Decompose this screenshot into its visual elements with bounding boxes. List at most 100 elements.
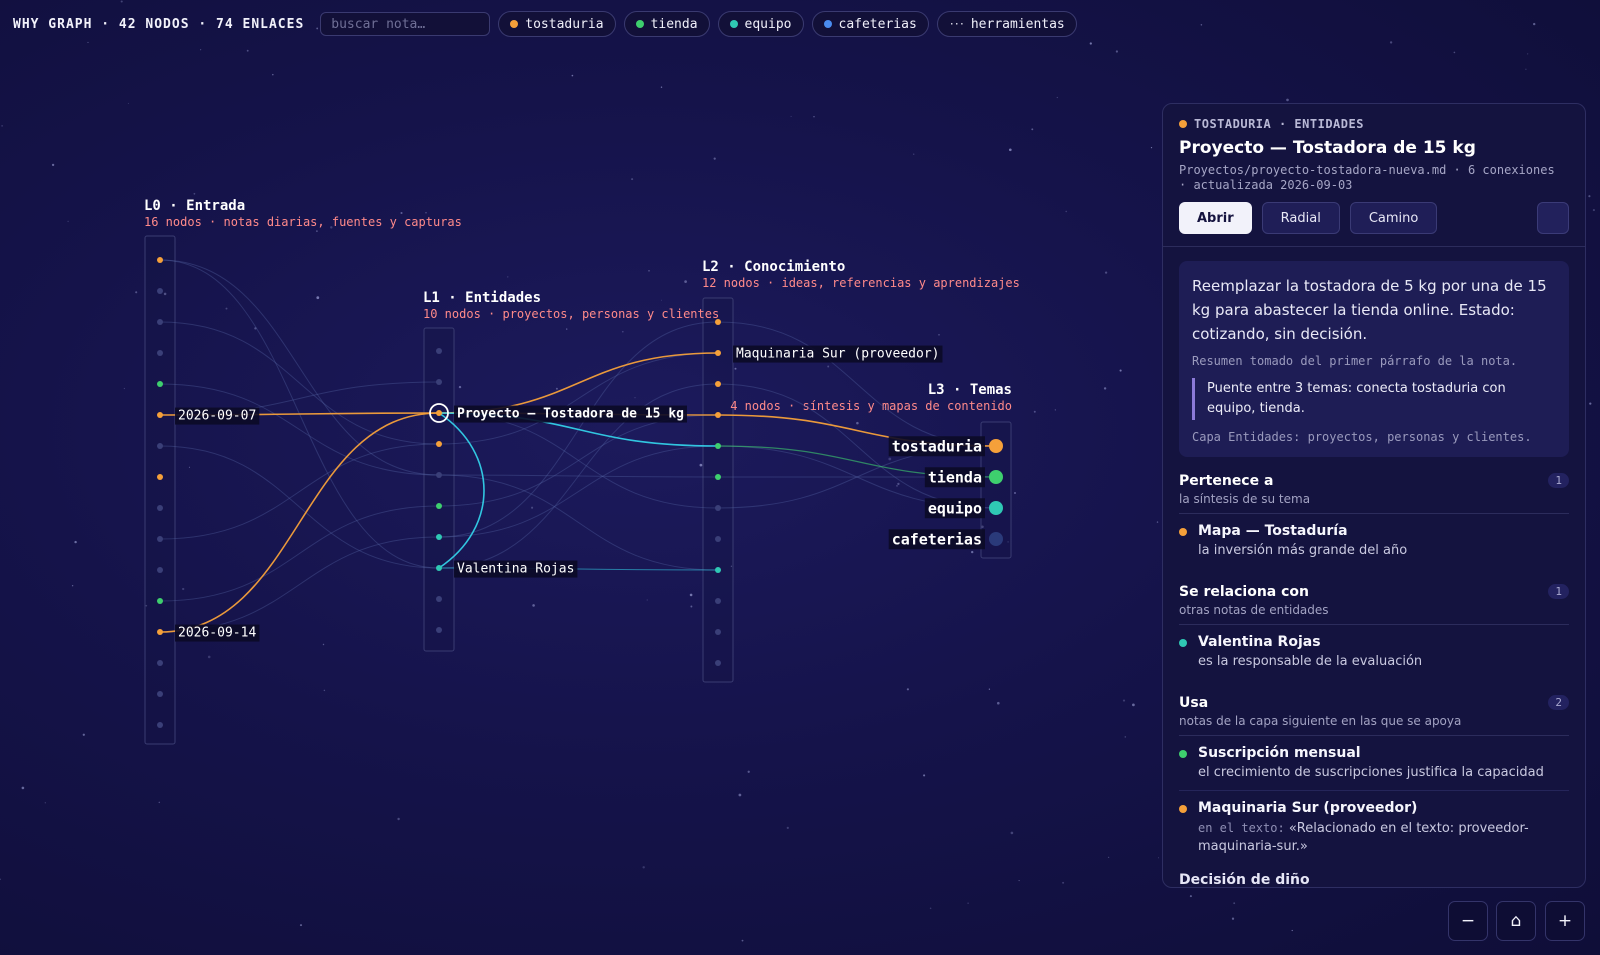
item-title: Maquinaria Sur (proveedor) xyxy=(1198,800,1418,816)
date-label[interactable]: 2026-09-07 xyxy=(175,407,260,425)
list-item[interactable]: Valentina Rojas es la responsable de la … xyxy=(1179,625,1569,679)
tienda-dot-icon xyxy=(1179,750,1187,758)
section-title: Usa xyxy=(1179,695,1209,711)
layer-subtitle-0: 16 nodos · notas diarias, fuentes y capt… xyxy=(144,215,462,229)
graph-node[interactable] xyxy=(157,443,163,449)
graph-node[interactable] xyxy=(715,350,721,356)
search-input[interactable] xyxy=(320,12,491,36)
graph-node[interactable] xyxy=(157,598,163,604)
graph-node[interactable] xyxy=(436,379,442,385)
filter-chip-cafeterias[interactable]: cafeterias xyxy=(811,11,929,37)
graph-node[interactable] xyxy=(436,348,442,354)
graph-node[interactable] xyxy=(715,567,721,573)
item-desc: la inversión más grande del año xyxy=(1198,543,1408,558)
count-badge: 1 xyxy=(1548,584,1569,599)
graph-node[interactable] xyxy=(157,474,163,480)
topic-label[interactable]: tienda xyxy=(924,467,985,488)
filter-chip-herramientas[interactable]: ··· herramientas xyxy=(936,11,1077,37)
topic-node[interactable] xyxy=(989,532,1003,546)
path-button[interactable]: Camino xyxy=(1349,202,1438,234)
graph-node[interactable] xyxy=(436,627,442,633)
filter-chip-tostaduria[interactable]: tostaduria xyxy=(498,11,616,37)
filter-chip-label: tostaduria xyxy=(525,16,604,32)
graph-node[interactable] xyxy=(715,629,721,635)
graph-node[interactable] xyxy=(157,567,163,573)
topic-label[interactable]: equipo xyxy=(924,498,985,519)
topic-label[interactable]: cafeterias xyxy=(888,529,985,550)
graph-node[interactable] xyxy=(157,381,163,387)
graph-node[interactable] xyxy=(157,319,163,325)
topic-label-text: equipo xyxy=(928,499,982,517)
graph-node[interactable] xyxy=(715,536,721,542)
item-tag: en el texto: xyxy=(1198,821,1285,835)
graph-node[interactable] xyxy=(436,472,442,478)
panel-menu-button[interactable] xyxy=(1537,202,1569,234)
graph-node[interactable] xyxy=(715,660,721,666)
topic-label[interactable]: tostaduria xyxy=(888,436,985,457)
graph-node[interactable] xyxy=(436,410,442,416)
item-desc: el crecimiento de suscripciones justific… xyxy=(1198,765,1544,780)
topic-label-text: tienda xyxy=(928,468,982,486)
layer-title-3: L3 · Temas xyxy=(928,382,1012,398)
graph-node[interactable] xyxy=(157,691,163,697)
graph-node[interactable] xyxy=(157,660,163,666)
filter-chip-label: equipo xyxy=(744,16,792,32)
graph-node[interactable] xyxy=(715,505,721,511)
section-title: Pertenece a xyxy=(1179,473,1274,489)
tostaduria-dot-icon xyxy=(1179,805,1187,813)
graph-node[interactable] xyxy=(157,412,163,418)
section-belongs-to: Pertenece a la síntesis de su tema 1 Map… xyxy=(1179,473,1569,568)
graph-node[interactable] xyxy=(436,534,442,540)
project-label[interactable]: Proyecto — Tostadora de 15 kg xyxy=(454,405,687,423)
graph-node[interactable] xyxy=(157,536,163,542)
filter-chip-tienda[interactable]: tienda xyxy=(623,11,710,37)
layer-column-1 xyxy=(423,327,455,652)
background-edge xyxy=(159,259,440,476)
section-title: Se relaciona con xyxy=(1179,584,1309,600)
person-label[interactable]: Valentina Rojas xyxy=(454,560,578,578)
list-item[interactable]: Suscripción mensual el crecimiento de su… xyxy=(1179,736,1569,791)
graph-node[interactable] xyxy=(436,596,442,602)
radial-button[interactable]: Radial xyxy=(1261,202,1340,234)
graph-node[interactable] xyxy=(157,257,163,263)
graph-node[interactable] xyxy=(436,441,442,447)
date-label[interactable]: 2026-09-14 xyxy=(175,624,260,642)
layer-subtitle-3: 4 nodos · síntesis y mapas de contenido xyxy=(730,399,1012,413)
topic-node[interactable] xyxy=(989,470,1003,484)
topic-label-text: tostaduria xyxy=(892,437,982,455)
topic-node[interactable] xyxy=(989,501,1003,515)
edge-date2-project xyxy=(159,412,440,633)
graph-node[interactable] xyxy=(715,381,721,387)
graph-node[interactable] xyxy=(436,565,442,571)
note-summary: Reemplazar la tostadora de 5 kg por una … xyxy=(1179,261,1569,457)
open-button[interactable]: Abrir xyxy=(1179,202,1252,234)
home-icon[interactable]: ⌂ xyxy=(1496,901,1536,941)
graph-node[interactable] xyxy=(157,288,163,294)
layer-column-0 xyxy=(144,235,176,745)
count-badge: 2 xyxy=(1548,695,1569,710)
graph-node[interactable] xyxy=(157,722,163,728)
graph-node[interactable] xyxy=(157,350,163,356)
topic-node[interactable] xyxy=(989,439,1003,453)
graph-node[interactable] xyxy=(715,443,721,449)
date-label-text: 2026-09-14 xyxy=(178,626,256,641)
graph-node[interactable] xyxy=(157,505,163,511)
graph-node[interactable] xyxy=(715,319,721,325)
app-title: WHY GRAPH · 42 NODOS · 74 ENLACES xyxy=(13,16,305,32)
zoom-in-button[interactable]: + xyxy=(1545,901,1585,941)
graph-node[interactable] xyxy=(436,503,442,509)
filter-chip-equipo[interactable]: equipo xyxy=(717,11,804,37)
graph-node[interactable] xyxy=(715,412,721,418)
zoom-out-button[interactable]: − xyxy=(1448,901,1488,941)
filter-chip-label: tienda xyxy=(650,16,698,32)
list-item[interactable]: Maquinaria Sur (proveedor) en el texto: … xyxy=(1179,791,1569,864)
supplier-label[interactable]: Maquinaria Sur (proveedor) xyxy=(733,345,943,363)
graph-node[interactable] xyxy=(157,629,163,635)
edge-project-supplier xyxy=(438,352,719,414)
tostaduria-dot-icon xyxy=(510,20,519,28)
list-item[interactable]: Mapa — Tostaduría la inversión más grand… xyxy=(1179,514,1569,568)
bridge-note: Puente entre 3 temas: conecta tostaduria… xyxy=(1192,378,1555,420)
graph-node[interactable] xyxy=(715,598,721,604)
graph-node[interactable] xyxy=(715,474,721,480)
equipo-dot-icon xyxy=(1179,639,1187,647)
